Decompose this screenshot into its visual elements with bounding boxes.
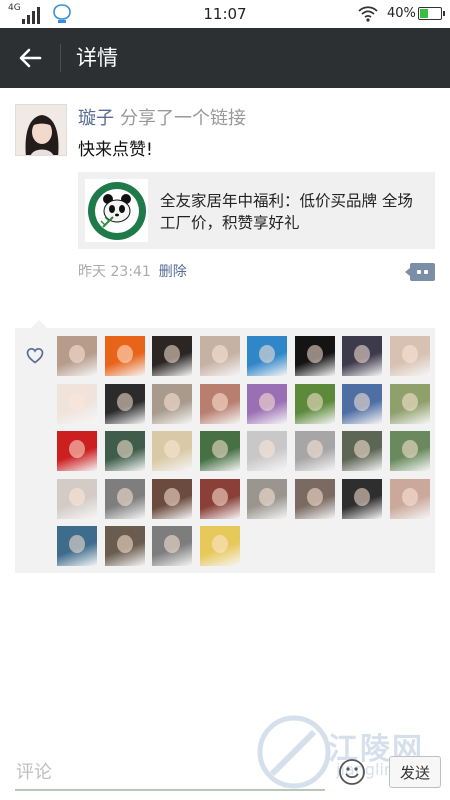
liker-avatar[interactable]: [342, 384, 382, 424]
liker-avatar[interactable]: [200, 431, 240, 471]
liker-avatar[interactable]: [247, 384, 287, 424]
liker-avatar[interactable]: [247, 336, 287, 376]
liker-avatar[interactable]: [152, 336, 192, 376]
liker-avatar[interactable]: [152, 526, 192, 566]
timestamp: 昨天 23:41: [78, 264, 151, 280]
link-title: 全友家居年中福利：低价买品牌 全场工厂价，积赞享好礼: [160, 192, 413, 232]
battery-icon: [418, 7, 445, 20]
post-header: 璇子 分享了一个链接: [78, 104, 246, 130]
liker-avatar[interactable]: [295, 431, 335, 471]
avatar[interactable]: [15, 104, 67, 156]
liker-avatar[interactable]: [247, 479, 287, 519]
likes-panel: [15, 320, 435, 573]
liker-avatar[interactable]: [105, 526, 145, 566]
liker-avatar[interactable]: [200, 384, 240, 424]
liker-avatar[interactable]: [295, 384, 335, 424]
arrow-left-icon: [19, 48, 42, 68]
liker-avatar[interactable]: [342, 336, 382, 376]
delete-link[interactable]: 删除: [159, 264, 187, 280]
liker-avatar[interactable]: [57, 479, 97, 519]
back-button[interactable]: [10, 38, 50, 78]
liker-avatar[interactable]: [390, 431, 430, 471]
liker-avatar[interactable]: [152, 431, 192, 471]
liker-avatar[interactable]: [105, 479, 145, 519]
post-meta: 昨天 23:41 删除: [78, 261, 187, 281]
clock: 11:07: [203, 5, 247, 23]
liker-avatar[interactable]: [200, 336, 240, 376]
share-action-text: 分享了一个链接: [120, 108, 246, 129]
liker-avatar[interactable]: [295, 479, 335, 519]
liker-avatar[interactable]: [390, 336, 430, 376]
comment-dots-icon[interactable]: [405, 263, 435, 281]
liker-avatar[interactable]: [247, 431, 287, 471]
page-title: 详情: [76, 46, 118, 70]
liker-avatar[interactable]: [200, 479, 240, 519]
status-bar: 4G 11:07 40%: [0, 0, 450, 28]
user-photo: [16, 105, 66, 155]
shared-link-card[interactable]: 全友家居年中福利：低价买品牌 全场工厂价，积赞享好礼: [78, 172, 435, 249]
title-divider: [60, 44, 61, 72]
liker-avatar[interactable]: [390, 479, 430, 519]
liker-avatar[interactable]: [295, 336, 335, 376]
liker-avatar[interactable]: [105, 384, 145, 424]
liker-avatar[interactable]: [105, 431, 145, 471]
heart-outline-icon: [26, 347, 44, 364]
post-text: 快来点赞!: [78, 140, 153, 160]
wifi-icon: [358, 6, 378, 22]
panda-logo-icon: [85, 179, 148, 242]
liker-avatar[interactable]: [105, 336, 145, 376]
battery-percent: 40%: [387, 6, 416, 21]
comment-underline: [15, 789, 325, 791]
liker-avatar[interactable]: [57, 526, 97, 566]
liker-avatar[interactable]: [57, 336, 97, 376]
title-bar: 详情: [0, 28, 450, 88]
liker-avatar[interactable]: [152, 384, 192, 424]
comment-bar: 发送: [0, 745, 450, 800]
liker-avatar[interactable]: [390, 384, 430, 424]
liker-avatar[interactable]: [200, 526, 240, 566]
liker-avatar[interactable]: [57, 431, 97, 471]
liker-avatar[interactable]: [152, 479, 192, 519]
user-name[interactable]: 璇子: [78, 108, 114, 129]
liker-avatar[interactable]: [342, 431, 382, 471]
smiley-icon[interactable]: [338, 758, 366, 786]
comment-input[interactable]: [16, 757, 316, 787]
liker-avatar[interactable]: [57, 384, 97, 424]
liker-avatar[interactable]: [342, 479, 382, 519]
send-button[interactable]: 发送: [389, 756, 441, 788]
